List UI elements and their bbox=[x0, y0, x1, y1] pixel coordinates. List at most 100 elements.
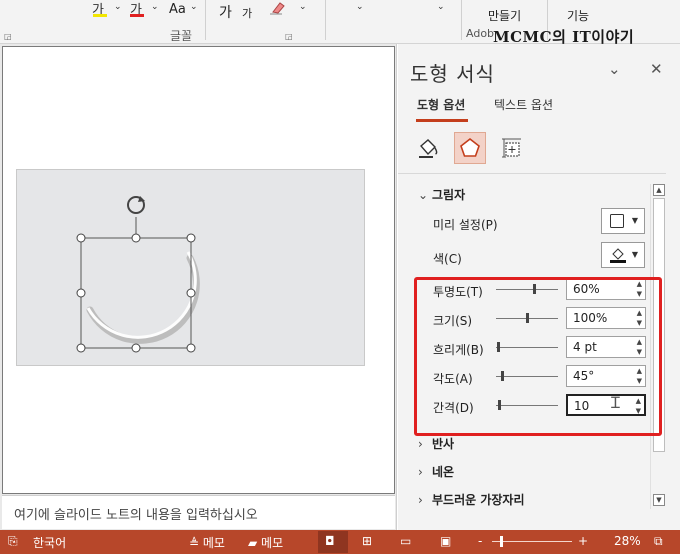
spin-down-icon[interactable]: ▼ bbox=[637, 348, 642, 356]
transparency-input[interactable]: 60% ▲ ▼ bbox=[566, 278, 646, 300]
distance-label: 간격(D) bbox=[433, 401, 474, 415]
scroll-up-icon[interactable]: ▲ bbox=[653, 184, 665, 196]
size-slider[interactable] bbox=[496, 313, 558, 323]
dropdown-caret-icon[interactable]: ⌄ bbox=[190, 2, 198, 12]
zoom-out-button[interactable]: - bbox=[478, 534, 482, 548]
slider-thumb[interactable] bbox=[533, 284, 536, 294]
spin-up-icon[interactable]: ▲ bbox=[637, 309, 642, 317]
section-shadow[interactable]: ⌄ 그림자 bbox=[418, 186, 465, 203]
eraser-icon[interactable] bbox=[268, 0, 286, 20]
highlight-color-bar bbox=[93, 14, 107, 17]
addon-label: Adob bbox=[466, 27, 495, 40]
zoom-slider[interactable] bbox=[492, 541, 572, 542]
ribbon-separator bbox=[461, 0, 462, 40]
tab-shape-options[interactable]: 도형 옵션 bbox=[417, 96, 465, 113]
dropdown-caret-icon: ▼ bbox=[631, 216, 638, 225]
spin-up-icon[interactable]: ▲ bbox=[637, 338, 642, 346]
blur-label: 흐리게(B) bbox=[433, 343, 484, 357]
grow-font-button[interactable]: 가 bbox=[219, 2, 232, 22]
transparency-slider[interactable] bbox=[496, 284, 558, 294]
fill-line-icon bbox=[419, 139, 438, 158]
spin-down-icon[interactable]: ▼ bbox=[637, 290, 642, 298]
pane-divider bbox=[398, 173, 666, 174]
size-input[interactable]: 100% ▲ ▼ bbox=[566, 307, 646, 329]
section-glow[interactable]: › 네온 bbox=[418, 463, 454, 480]
color-label: 색(C) bbox=[433, 252, 462, 266]
transparency-label: 투명도(T) bbox=[433, 285, 483, 299]
change-case-button[interactable]: Aa bbox=[169, 2, 186, 17]
angle-input[interactable]: 45° ▲ ▼ bbox=[566, 365, 646, 387]
dialog-launcher-icon[interactable]: ◲ bbox=[4, 32, 12, 41]
size-properties-tab[interactable] bbox=[496, 132, 528, 164]
size-properties-icon bbox=[502, 138, 521, 158]
dropdown-caret-icon[interactable]: ⌄ bbox=[356, 2, 364, 12]
size-label: 크기(S) bbox=[433, 314, 473, 328]
comment-icon: ▰ bbox=[248, 536, 262, 550]
view-slideshow-icon[interactable]: ▣ bbox=[440, 534, 451, 548]
dropdown-caret-icon[interactable]: ⌄ bbox=[114, 2, 122, 12]
view-normal-icon[interactable]: ◘ bbox=[325, 534, 335, 548]
slider-thumb[interactable] bbox=[497, 342, 500, 352]
feature-button[interactable]: 기능 bbox=[567, 7, 589, 24]
section-soft-edges[interactable]: › 부드러운 가장자리 bbox=[418, 491, 525, 508]
notes-button[interactable]: ≜ 메모 bbox=[189, 534, 225, 551]
dropdown-caret-icon[interactable]: ⌄ bbox=[151, 2, 159, 12]
view-sorter-icon[interactable]: ⊞ bbox=[362, 534, 372, 548]
spin-down-icon[interactable]: ▼ bbox=[637, 377, 642, 385]
selected-shape[interactable] bbox=[70, 190, 205, 360]
view-reading-icon[interactable]: ▭ bbox=[400, 534, 411, 548]
active-tab-indicator bbox=[416, 119, 468, 122]
ribbon-separator bbox=[205, 0, 206, 40]
chevron-down-icon: ⌄ bbox=[418, 188, 429, 202]
notes-icon: ≜ bbox=[189, 536, 203, 550]
dropdown-caret-icon[interactable]: ⌄ bbox=[437, 2, 445, 12]
pane-title: 도형 서식 bbox=[410, 62, 495, 86]
format-shape-pane: 도형 서식 ⌄ ✕ 도형 옵션 텍스트 옵션 ▲ ▼ ⌄ 그림자 미리 설정(P)… bbox=[398, 44, 680, 530]
spin-down-icon[interactable]: ▼ bbox=[636, 407, 641, 415]
ribbon-separator bbox=[325, 0, 326, 40]
slider-thumb[interactable] bbox=[501, 371, 504, 381]
font-group-label: 글꼴 bbox=[170, 29, 193, 43]
dropdown-caret-icon[interactable]: ⌄ bbox=[299, 2, 307, 12]
distance-input[interactable]: 10 ▲ ▼ bbox=[566, 394, 646, 416]
chevron-right-icon: › bbox=[418, 465, 423, 479]
chevron-down-icon[interactable]: ⌄ bbox=[608, 60, 621, 78]
spin-up-icon[interactable]: ▲ bbox=[637, 280, 642, 288]
blur-slider[interactable] bbox=[496, 342, 558, 352]
font-color-bar bbox=[130, 14, 144, 17]
scroll-thumb[interactable] bbox=[653, 198, 665, 452]
comments-button[interactable]: ▰ 메모 bbox=[248, 534, 283, 551]
notes-pane[interactable]: 여기에 슬라이드 노트의 내용을 입력하십시오 bbox=[2, 495, 395, 529]
scroll-down-icon[interactable]: ▼ bbox=[653, 494, 665, 506]
dialog-launcher-icon[interactable]: ◲ bbox=[285, 32, 293, 41]
effects-tab[interactable] bbox=[454, 132, 486, 164]
zoom-thumb[interactable] bbox=[500, 536, 503, 547]
slider-thumb[interactable] bbox=[526, 313, 529, 323]
pane-scrollbar[interactable]: ▲ ▼ bbox=[650, 184, 666, 509]
zoom-level[interactable]: 28% bbox=[614, 534, 641, 548]
rotate-handle-icon[interactable] bbox=[127, 196, 145, 214]
language-indicator[interactable]: 한국어 bbox=[33, 534, 66, 551]
preset-dropdown[interactable]: ▼ bbox=[601, 208, 645, 234]
paint-bucket-icon bbox=[610, 248, 626, 263]
make-button[interactable]: 만들기 bbox=[488, 7, 521, 24]
text-cursor-icon: Ɪ bbox=[611, 393, 620, 412]
section-reflection[interactable]: › 반사 bbox=[418, 435, 454, 452]
slider-thumb[interactable] bbox=[498, 400, 501, 410]
status-bar: ⎘ 한국어 ≜ 메모 ▰ 메모 ◘ ⊞ ▭ ▣ - + 28% ⧉ bbox=[0, 530, 680, 554]
spin-up-icon[interactable]: ▲ bbox=[636, 397, 641, 405]
shrink-font-button[interactable]: 가 bbox=[242, 5, 252, 21]
spin-down-icon[interactable]: ▼ bbox=[637, 319, 642, 327]
fit-slide-icon[interactable]: ⧉ bbox=[654, 534, 663, 549]
angle-slider[interactable] bbox=[496, 371, 558, 381]
tab-text-options[interactable]: 텍스트 옵션 bbox=[494, 96, 553, 113]
spin-up-icon[interactable]: ▲ bbox=[637, 367, 642, 375]
blur-input[interactable]: 4 pt ▲ ▼ bbox=[566, 336, 646, 358]
color-dropdown[interactable]: ▼ bbox=[601, 242, 645, 268]
angle-label: 각도(A) bbox=[433, 372, 473, 386]
distance-slider[interactable] bbox=[496, 400, 558, 410]
zoom-in-button[interactable]: + bbox=[578, 534, 588, 548]
fill-line-tab[interactable] bbox=[412, 132, 444, 164]
close-icon[interactable]: ✕ bbox=[650, 60, 663, 78]
spellcheck-icon[interactable]: ⎘ bbox=[8, 534, 18, 549]
